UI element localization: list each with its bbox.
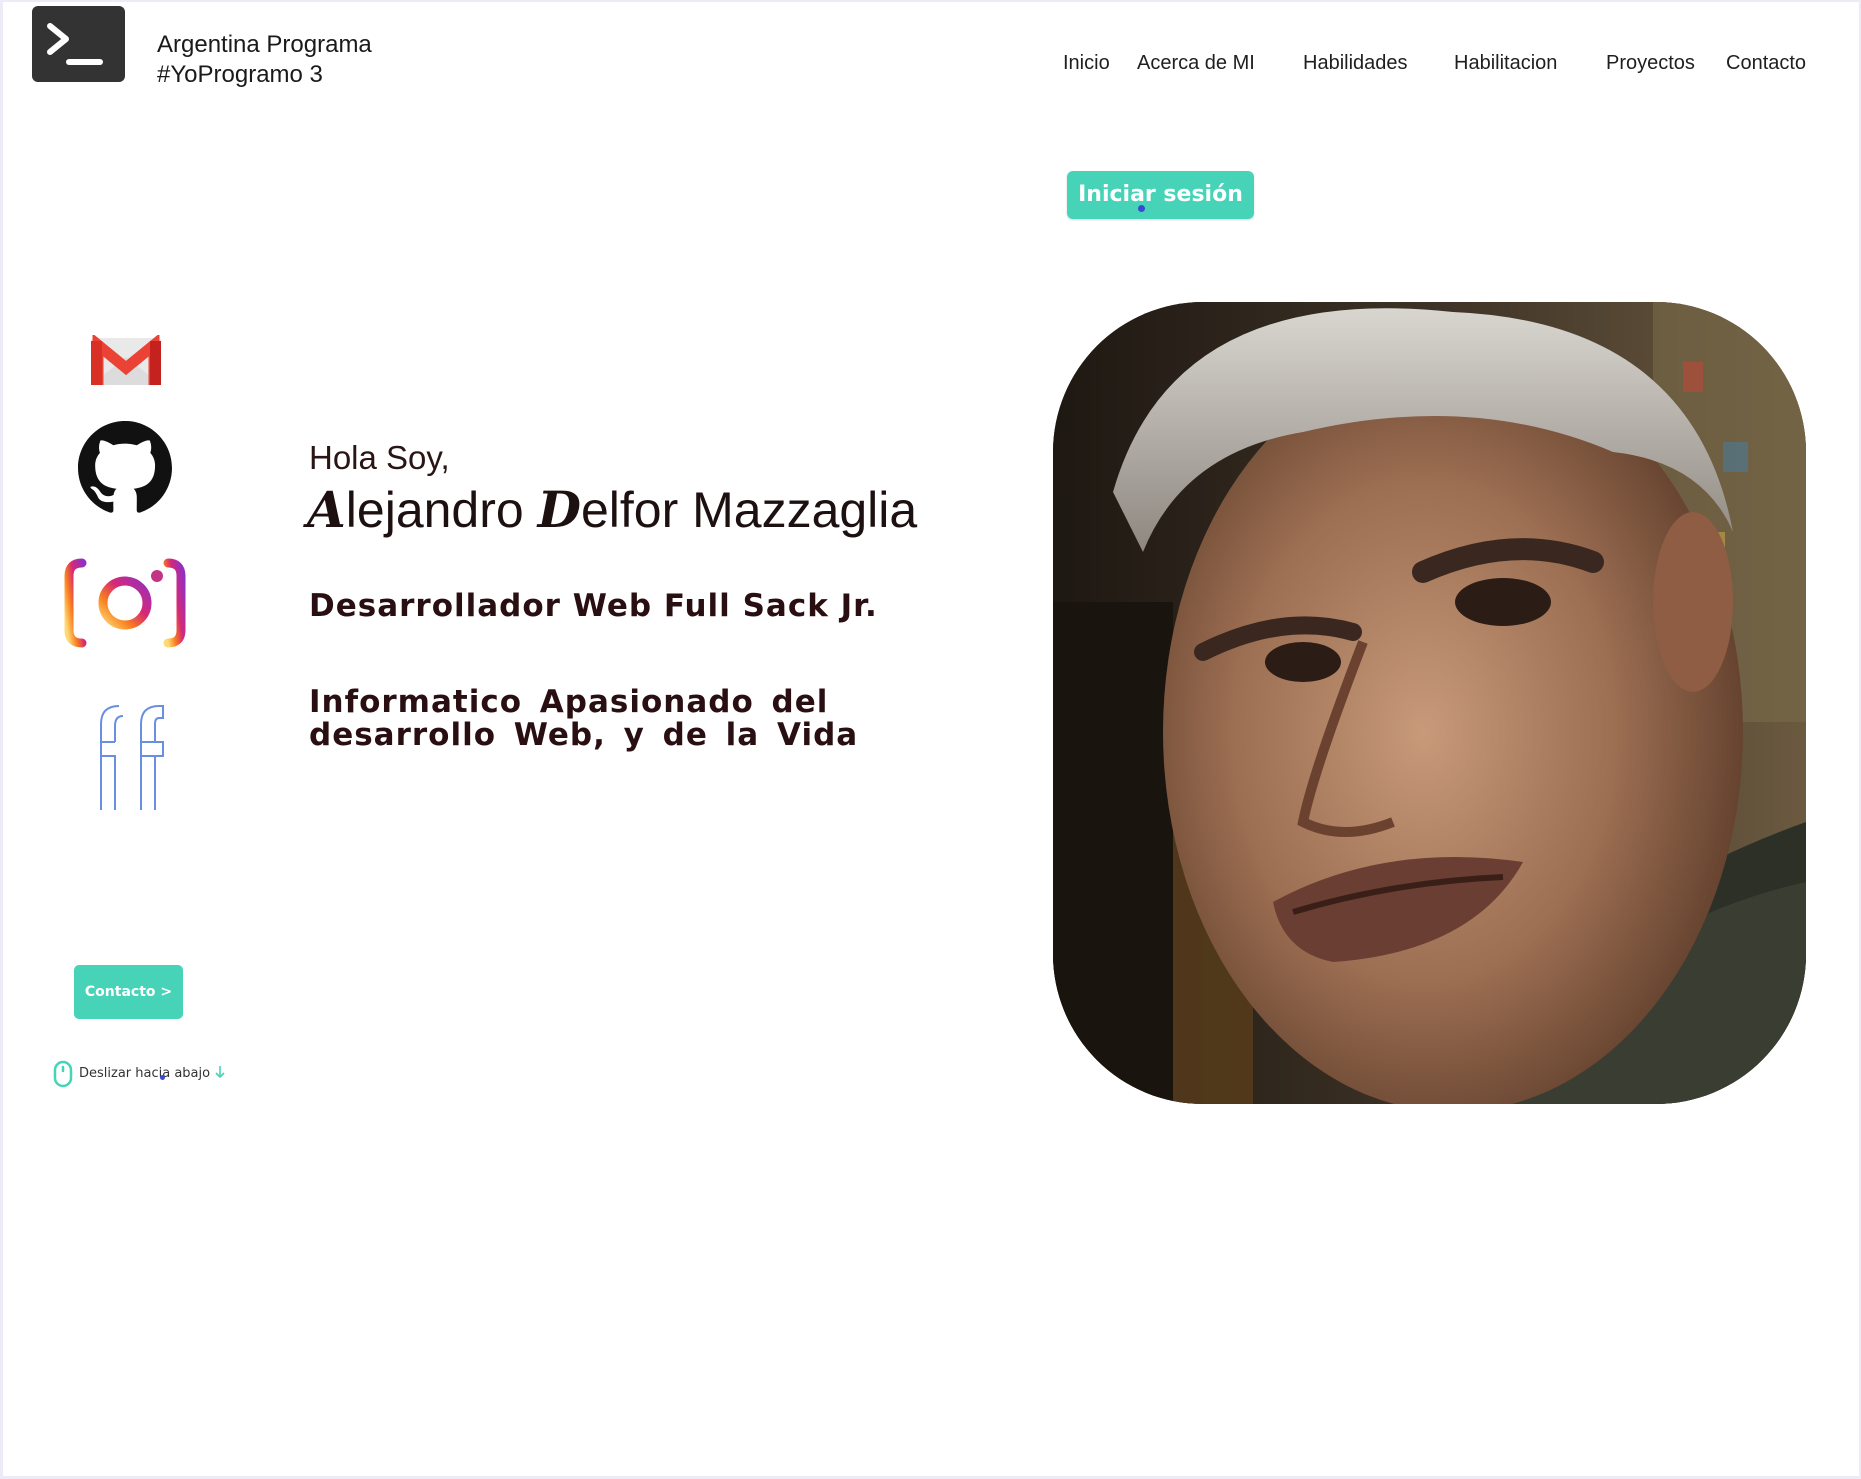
nav-inicio[interactable]: Inicio	[1063, 52, 1110, 75]
login-button[interactable]: Iniciar sesión	[1067, 171, 1254, 219]
brand-line-2: #YoProgramo 3	[157, 61, 323, 88]
arrow-down-icon	[215, 1066, 225, 1079]
scroll-down-label: Deslizar hacia abajo	[79, 1066, 211, 1081]
nav-habilidades[interactable]: Habilidades	[1303, 52, 1408, 75]
terminal-icon[interactable]	[32, 6, 125, 82]
name-initial-a: A	[307, 480, 346, 539]
brand-line-1: Argentina Programa	[157, 31, 372, 58]
nav-contacto[interactable]: Contacto	[1726, 52, 1806, 75]
name-rest: elfor Mazzaglia	[580, 482, 918, 538]
github-icon[interactable]	[78, 421, 172, 520]
portfolio-page: Argentina Programa #YoProgramo 3 Inicio …	[0, 0, 1861, 1479]
job-title: Desarrollador Web Full Sack Jr.	[309, 588, 878, 624]
name-first-rest: lejandro	[345, 482, 538, 538]
mouse-cursor-dot	[1138, 205, 1145, 212]
profile-photo	[1053, 302, 1806, 1104]
name-initial-d: D	[537, 480, 581, 539]
nav-acerca-de-mi[interactable]: Acerca de MI	[1137, 52, 1255, 75]
greeting-text: Hola Soy,	[309, 439, 450, 476]
full-name-heading: Alejandro Delfor Mazzaglia	[307, 480, 917, 539]
nav-proyectos[interactable]: Proyectos	[1606, 52, 1695, 75]
facebook-icon[interactable]	[97, 702, 169, 815]
mouse-icon	[53, 1060, 73, 1088]
mouse-cursor-dot-small	[160, 1075, 165, 1080]
contact-button[interactable]: Contacto >	[74, 965, 183, 1019]
instagram-icon[interactable]	[64, 558, 186, 653]
nav-habilitacion[interactable]: Habilitacion	[1454, 52, 1557, 75]
gmail-icon[interactable]	[88, 333, 164, 393]
bio-text: Informatico Apasionado del desarrollo We…	[309, 684, 859, 753]
brand-title: Argentina Programa #YoProgramo 3	[157, 30, 372, 90]
